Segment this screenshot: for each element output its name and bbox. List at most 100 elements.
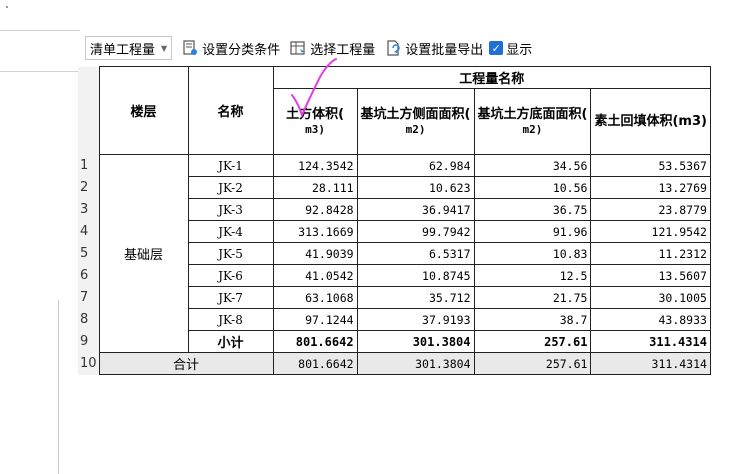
value-cell[interactable]: 30.1005 [590, 286, 711, 309]
column-header-backfill-volume: 素土回填体积(m3) [590, 88, 711, 155]
column-header-label: 土方体积( [286, 106, 345, 122]
value-cell[interactable]: 41.9039 [272, 242, 358, 265]
total-label: 合计 [98, 352, 274, 375]
row-number: 3 [78, 198, 100, 221]
total-cell[interactable]: 311.4314 [590, 352, 711, 375]
value-cell[interactable]: 6.5317 [356, 242, 475, 265]
name-cell[interactable]: JK-2 [187, 176, 274, 199]
total-cell[interactable]: 801.6642 [272, 352, 358, 375]
toolbar: 清单工程量 ▼ 设置分类条件 选择工程量 设置批量导出 ✓ 显示 [80, 34, 746, 62]
total-cell[interactable]: 257.61 [473, 352, 592, 375]
floor-header: 楼层 [98, 66, 189, 155]
value-cell[interactable]: 34.56 [473, 154, 592, 177]
quantity-mode-select[interactable]: 清单工程量 ▼ [85, 36, 173, 60]
select-quantity-label: 选择工程量 [310, 42, 376, 58]
checkmark-icon: ✓ [489, 41, 504, 55]
batch-export-label: 设置批量导出 [405, 42, 484, 58]
value-cell[interactable]: 97.1244 [272, 308, 358, 331]
quantity-table-container: 楼层 名称 工程量名称 土方体积( m3) 基坑土方侧面面积( m2) 基坑土方… [78, 66, 711, 375]
subtotal-cell[interactable]: 301.3804 [356, 330, 475, 353]
value-cell[interactable]: 38.7 [473, 308, 592, 331]
name-cell[interactable]: JK-7 [187, 286, 274, 309]
value-cell[interactable]: 91.96 [473, 220, 592, 243]
column-header-label: 素土回填体积(m3) [594, 114, 707, 129]
value-cell[interactable]: 23.8779 [590, 198, 711, 221]
left-panel-divider [58, 300, 59, 474]
value-cell[interactable]: 13.2769 [590, 176, 711, 199]
value-cell[interactable]: 28.111 [272, 176, 358, 199]
value-cell[interactable]: 10.8745 [356, 264, 475, 287]
column-header-unit: m2) [405, 122, 426, 136]
value-cell[interactable]: 36.9417 [356, 198, 475, 221]
row-number: 6 [78, 264, 100, 287]
column-header-bottom-area: 基坑土方底面面积( m2) [473, 88, 592, 155]
row-number-header [78, 66, 100, 155]
row-number: 4 [78, 220, 100, 243]
left-panel [0, 0, 80, 474]
value-cell[interactable]: 10.623 [356, 176, 475, 199]
column-header-earth-volume: 土方体积( m3) [272, 88, 358, 155]
row-number: 2 [78, 176, 100, 199]
name-cell[interactable]: JK-4 [187, 220, 274, 243]
value-cell[interactable]: 62.984 [356, 154, 475, 177]
quantity-group-header: 工程量名称 [272, 66, 711, 89]
panel-marker [6, 6, 8, 8]
classification-icon [183, 40, 198, 55]
value-cell[interactable]: 13.5607 [590, 264, 711, 287]
value-cell[interactable]: 92.8428 [272, 198, 358, 221]
floor-cell[interactable]: 基础层 [98, 154, 189, 353]
table-select-icon [290, 41, 306, 55]
subtotal-label: 小计 [187, 330, 274, 353]
value-cell[interactable]: 124.3542 [272, 154, 358, 177]
row-number: 9 [78, 330, 100, 353]
value-cell[interactable]: 35.712 [356, 286, 475, 309]
value-cell[interactable]: 12.5 [473, 264, 592, 287]
value-cell[interactable]: 41.0542 [272, 264, 358, 287]
name-cell[interactable]: JK-1 [187, 154, 274, 177]
value-cell[interactable]: 43.8933 [590, 308, 711, 331]
column-header-label: 基坑土方侧面面积( [360, 106, 471, 122]
value-cell[interactable]: 53.5367 [590, 154, 711, 177]
value-cell[interactable]: 21.75 [473, 286, 592, 309]
chevron-down-icon: ▼ [161, 43, 168, 53]
show-checkbox-label: 显示 [506, 42, 533, 58]
value-cell[interactable]: 10.56 [473, 176, 592, 199]
set-classification-button[interactable]: 设置分类条件 [182, 39, 280, 58]
show-checkbox[interactable]: ✓ 显示 [489, 39, 532, 58]
quantity-mode-value: 清单工程量 [90, 42, 156, 58]
name-cell[interactable]: JK-6 [187, 264, 274, 287]
column-header-unit: m2) [522, 122, 543, 136]
value-cell[interactable]: 11.2312 [590, 242, 711, 265]
value-cell[interactable]: 10.83 [473, 242, 592, 265]
export-icon [387, 40, 400, 56]
column-header-label: 基坑土方底面面积( [477, 106, 588, 122]
column-header-unit: m3) [305, 122, 325, 136]
total-cell[interactable]: 301.3804 [356, 352, 475, 375]
row-number: 7 [78, 286, 100, 309]
column-header-side-area: 基坑土方侧面面积( m2) [356, 88, 475, 155]
subtotal-cell[interactable]: 257.61 [473, 330, 592, 353]
row-number: 10 [78, 352, 100, 375]
set-classification-label: 设置分类条件 [202, 42, 281, 58]
total-row[interactable]: 10 合计 801.6642 301.3804 257.61 311.4314 [78, 352, 711, 375]
name-cell[interactable]: JK-5 [187, 242, 274, 265]
name-cell[interactable]: JK-8 [187, 308, 274, 331]
name-cell[interactable]: JK-3 [187, 198, 274, 221]
row-number: 1 [78, 154, 100, 177]
quantity-table: 楼层 名称 工程量名称 土方体积( m3) 基坑土方侧面面积( m2) 基坑土方… [78, 66, 711, 375]
value-cell[interactable]: 37.9193 [356, 308, 475, 331]
row-number: 5 [78, 242, 100, 265]
select-quantity-button[interactable]: 选择工程量 [290, 39, 375, 58]
value-cell[interactable]: 63.1068 [272, 286, 358, 309]
name-header: 名称 [187, 66, 274, 155]
left-panel-header [0, 30, 80, 72]
batch-export-button[interactable]: 设置批量导出 [385, 39, 483, 58]
subtotal-cell[interactable]: 311.4314 [590, 330, 711, 353]
subtotal-cell[interactable]: 801.6642 [272, 330, 358, 353]
row-number: 8 [78, 308, 100, 331]
value-cell[interactable]: 99.7942 [356, 220, 475, 243]
value-cell[interactable]: 313.1669 [272, 220, 358, 243]
table-row[interactable]: 1 基础层 JK-1 124.3542 62.984 34.56 53.5367 [78, 154, 711, 353]
value-cell[interactable]: 36.75 [473, 198, 592, 221]
value-cell[interactable]: 121.9542 [590, 220, 711, 243]
